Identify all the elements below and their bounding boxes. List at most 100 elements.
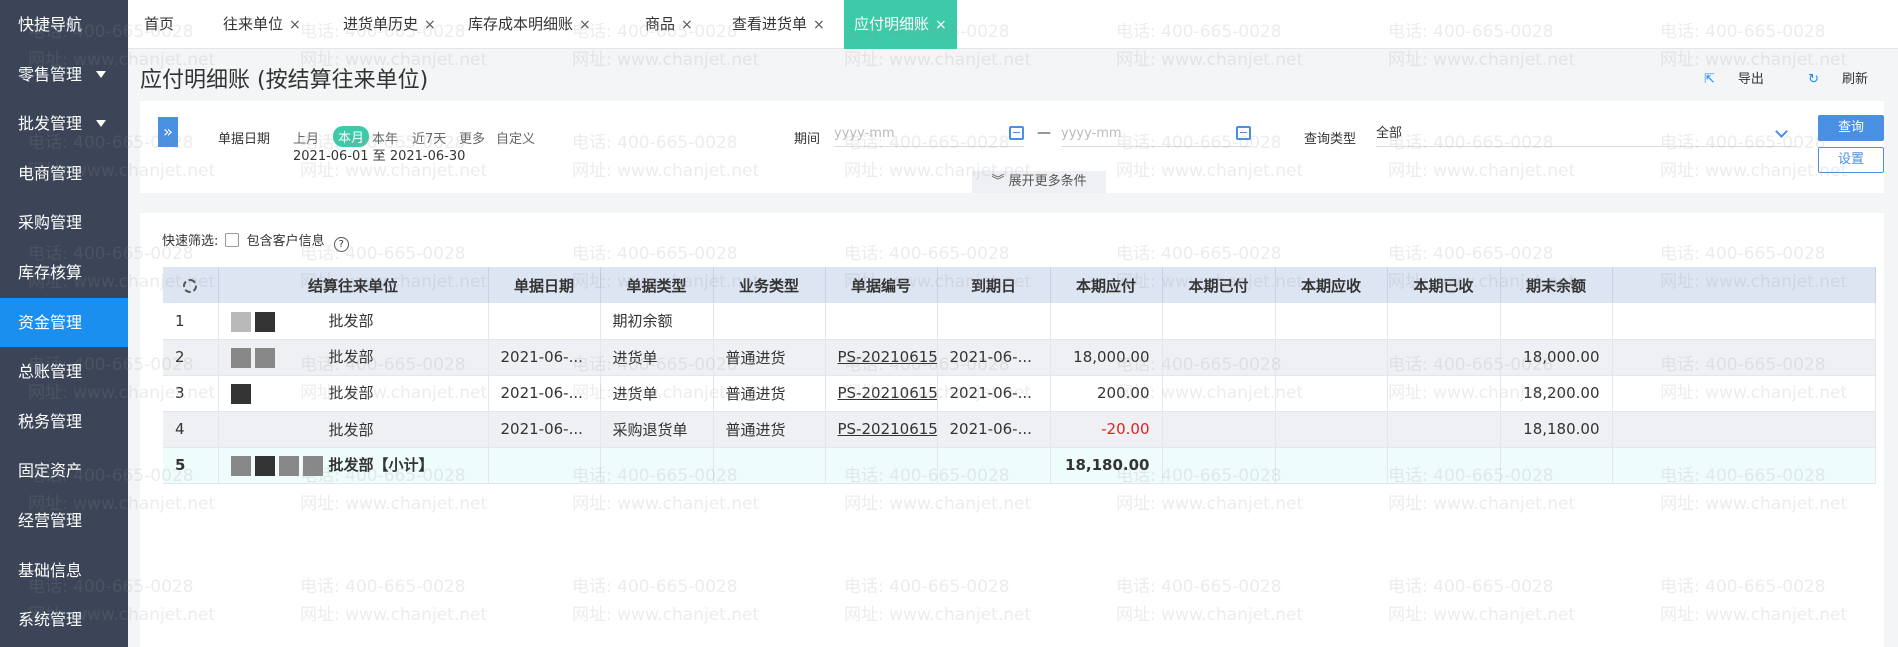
doc-no-link[interactable]: PS-20210615 (838, 384, 937, 402)
refresh-icon: ↻ (1808, 72, 1819, 87)
gear-icon[interactable] (183, 278, 198, 293)
close-icon[interactable]: × (813, 17, 825, 33)
date-range-text: 2021-06-01 至 2021-06-30 (293, 149, 466, 164)
sidebar-item[interactable]: 固定资产 (0, 446, 128, 496)
sidebar-item[interactable]: 快捷导航 (0, 0, 128, 50)
sidebar-item-label: 库存核算 (18, 262, 83, 282)
tab[interactable]: 进货单历史 × (343, 0, 436, 49)
period-from-input[interactable]: yyyy-mm (834, 121, 1024, 147)
close-icon[interactable]: × (579, 17, 591, 33)
column-header (1612, 267, 1876, 303)
balance-cell: 18,000.00 (1500, 339, 1613, 376)
redacted-block (230, 383, 251, 404)
table-row[interactable]: 1 批发部 期初余额 (163, 303, 1876, 340)
more-conditions-button[interactable]: ︾ 展开更多条件 (972, 171, 1106, 193)
received-cell (1387, 375, 1501, 412)
close-icon[interactable]: × (424, 17, 436, 33)
period-to-input[interactable]: yyyy-mm (1061, 121, 1251, 147)
doc-type-cell: 进货单 (600, 339, 714, 376)
sidebar-item[interactable]: 系统管理 (0, 595, 128, 645)
receivable-cell (1275, 375, 1388, 412)
tab[interactable]: 查看进货单 × (732, 0, 825, 49)
calendar-icon[interactable] (1236, 126, 1251, 140)
sidebar-item[interactable]: 批发管理 (0, 99, 128, 149)
close-icon[interactable]: × (289, 17, 301, 33)
redacted-block (230, 347, 251, 368)
payable-cell: -20.00 (1050, 411, 1163, 448)
due-date-cell: 2021-06-... (937, 375, 1051, 412)
column-settings-header[interactable] (163, 267, 219, 303)
table-row[interactable]: 3 批发部 2021-06-... 进货单 普通进货 PS-20210615 2021-06… (163, 375, 1876, 412)
masked-name (230, 455, 329, 476)
subtotal-row[interactable]: 5 批发部【小计】 18,180.00 (163, 447, 1876, 484)
doc-no-cell: PS-20210615 (825, 339, 938, 376)
chevron-down-icon (1775, 125, 1788, 138)
close-icon[interactable]: × (681, 17, 693, 33)
due-date-cell: 2021-06-... (937, 339, 1051, 376)
sidebar-item[interactable]: 库存核算 (0, 248, 128, 298)
filler-cell (1612, 339, 1876, 376)
calendar-icon[interactable] (1009, 126, 1024, 140)
refresh-button[interactable]: ↻ 刷新 (1788, 72, 1868, 87)
balance-cell (1500, 303, 1613, 340)
doc-no-cell (825, 303, 938, 340)
empty-cell (1500, 447, 1613, 484)
sidebar-item[interactable]: 资金管理 (0, 297, 128, 348)
unit-name: 批发部 (328, 348, 374, 367)
include-customer-checkbox[interactable] (224, 233, 239, 247)
paid-cell (1162, 303, 1276, 340)
unit-cell: 批发部 (218, 303, 489, 340)
payable-cell (1050, 303, 1163, 340)
empty-cell (1275, 447, 1388, 484)
close-icon[interactable]: × (935, 17, 947, 33)
sidebar-item[interactable]: 零售管理 (0, 50, 128, 100)
unit-cell: 批发部【小计】 (218, 447, 489, 484)
tab[interactable]: 往来单位 × (223, 0, 301, 49)
sidebar-item[interactable]: 经营管理 (0, 496, 128, 546)
received-cell (1387, 303, 1501, 340)
sidebar-item[interactable]: 税务管理 (0, 397, 128, 447)
setting-button[interactable]: 设置 (1818, 147, 1884, 173)
receivable-cell (1275, 303, 1388, 340)
column-header: 单据编号 (825, 267, 938, 303)
query-type-label: 查询类型 (1304, 132, 1357, 147)
quick-date-option[interactable]: 自定义 (496, 128, 535, 147)
quick-date-option[interactable]: 本月 (333, 126, 370, 147)
table-row[interactable]: 2 批发部 2021-06-... 进货单 普通进货 PS-20210615 2021-06… (163, 339, 1876, 376)
tab-label: 库存成本明细账 (468, 15, 574, 33)
empty-cell (1612, 447, 1876, 484)
page-title: 应付明细账 (按结算往来单位) (140, 68, 429, 93)
filter-panel: » 单据日期 上月 本月 本年 近7天 更多 自定义 2021-06-01 至 2021-… (140, 101, 1884, 193)
tab-label: 进货单历史 (343, 15, 419, 33)
received-cell (1387, 339, 1501, 376)
export-button[interactable]: ⇱ 导出 (1684, 72, 1764, 87)
tab-bar: 首页 往来单位 × 进货单历史 × 库存成本明细账 × 商品 × 查看进货单 × 应付明细账 × (128, 0, 1898, 49)
sidebar-item[interactable]: 采购管理 (0, 198, 128, 248)
sidebar-item[interactable]: 基础信息 (0, 546, 128, 596)
tab[interactable]: 商品 × (645, 0, 693, 49)
redacted-block (230, 311, 251, 332)
sidebar-item[interactable]: 电商管理 (0, 149, 128, 199)
help-icon[interactable]: ? (333, 237, 349, 252)
watermark-site: 网址: www.chanjet.net (1388, 50, 1576, 70)
unit-cell: 批发部 (218, 339, 489, 376)
doc-no-link[interactable]: PS-20210615 (838, 420, 937, 438)
paid-cell (1162, 375, 1276, 412)
tab[interactable]: 首页 (144, 0, 174, 49)
sidebar-item-label: 采购管理 (18, 213, 83, 233)
doc-no-cell: PS-20210615 (825, 411, 938, 448)
expand-panel-button[interactable]: » (158, 117, 178, 147)
sidebar-item[interactable]: 总账管理 (0, 347, 128, 397)
tab[interactable]: 应付明细账 × (844, 0, 957, 49)
table-row[interactable]: 4 批发部 2021-06-... 采购退货单 普通进货 PS-20210615 2021-… (163, 411, 1876, 448)
doc-date-label: 单据日期 (218, 132, 271, 147)
query-type-select[interactable]: 全部 (1376, 121, 1796, 147)
column-header: 本期已付 (1162, 267, 1276, 303)
unit-cell: 批发部 (218, 375, 489, 412)
period-label: 期间 (794, 132, 821, 147)
doc-no-link[interactable]: PS-20210615 (838, 348, 937, 366)
tab[interactable]: 库存成本明细账 × (468, 0, 591, 49)
payable-cell: 18,000.00 (1050, 339, 1163, 376)
query-button[interactable]: 查询 (1818, 115, 1884, 141)
column-header: 本期已收 (1387, 267, 1501, 303)
